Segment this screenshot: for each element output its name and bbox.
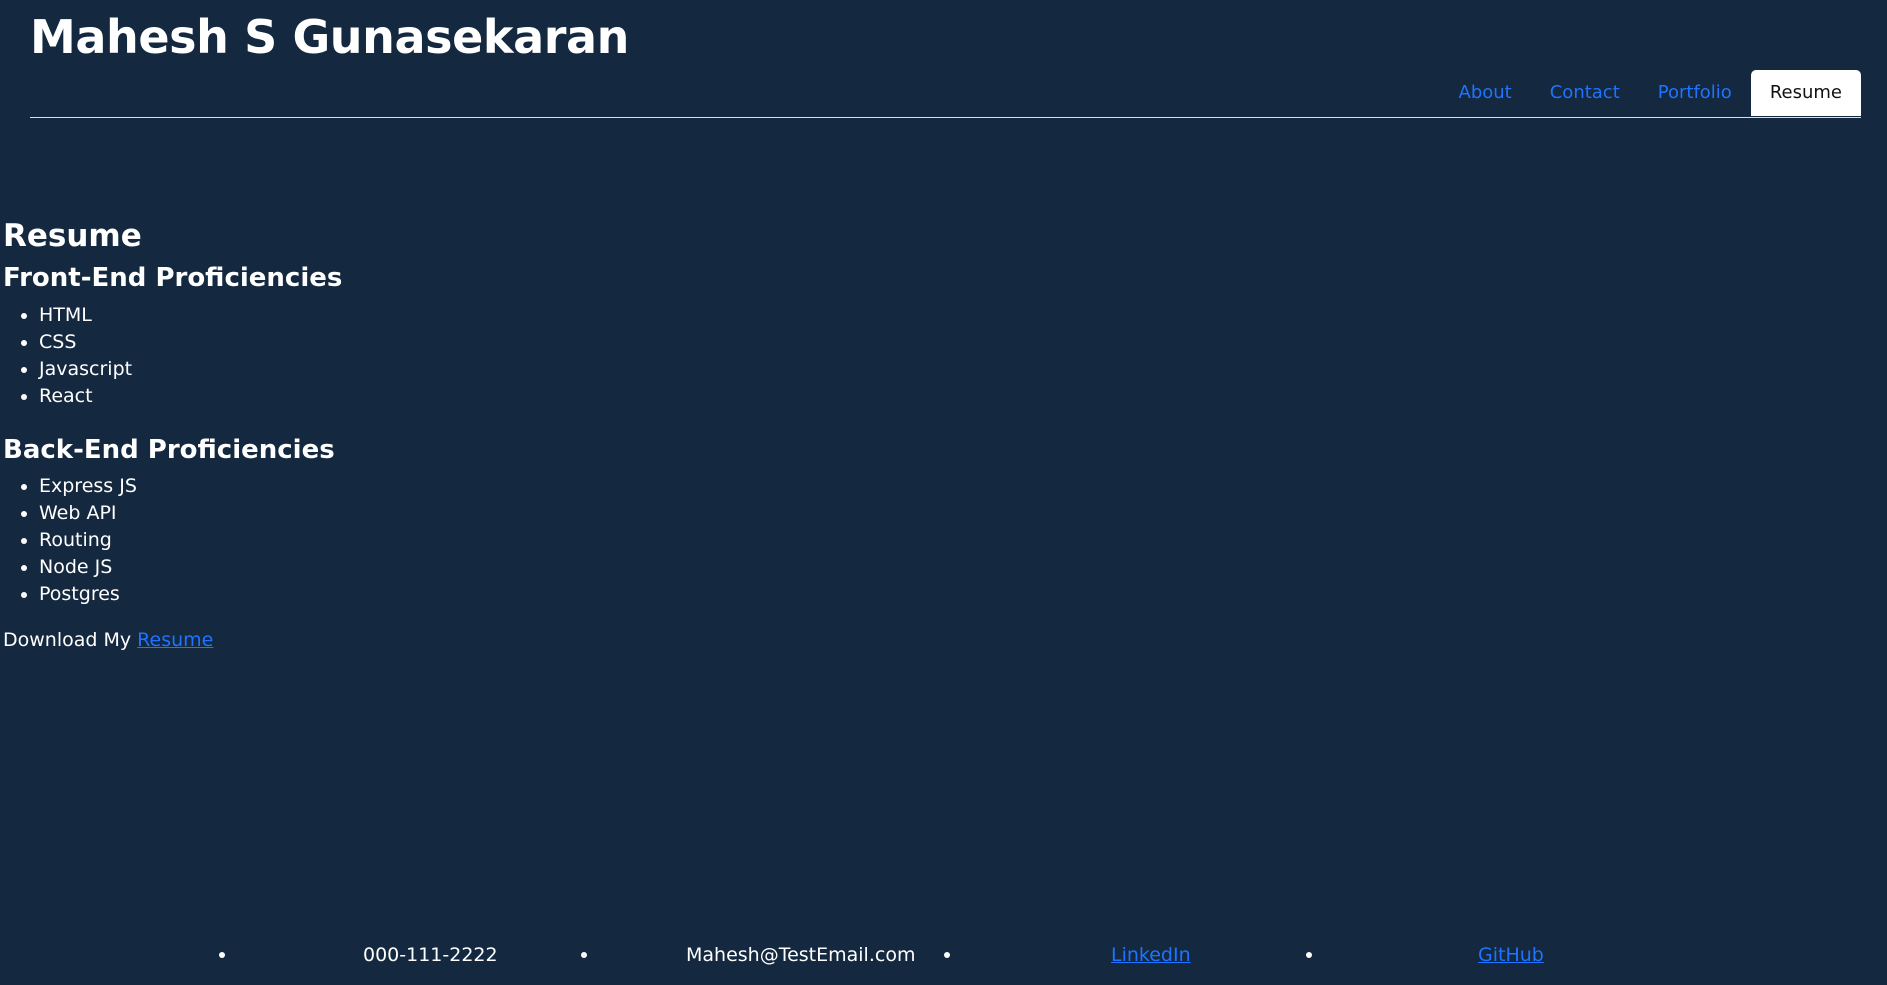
backend-heading: Back-End Proficiencies	[3, 435, 335, 465]
footer-item-phone: 000-111-2222	[219, 940, 539, 970]
skill-item-javascript: Javascript	[39, 356, 1803, 383]
skill-item-postgres: Postgres	[39, 581, 1803, 608]
skill-item-web-api: Web API	[39, 500, 1803, 527]
nav-tab-resume-active[interactable]: Resume	[1750, 70, 1861, 116]
skill-item-express-js: Express JS	[39, 473, 1803, 500]
nav-tab-portfolio[interactable]: Portfolio	[1639, 70, 1751, 116]
email-address: Mahesh@TestEmail.com	[686, 944, 916, 966]
resume-content: Resume Front-End Proficiencies HTML CSS …	[3, 216, 1803, 654]
skill-item-routing: Routing	[39, 527, 1803, 554]
resume-download-link[interactable]: Resume	[137, 629, 213, 651]
footer: 000-111-2222 Mahesh@TestEmail.com Linked…	[0, 940, 1887, 970]
linkedin-link[interactable]: LinkedIn	[1111, 940, 1191, 970]
site-title: Mahesh S Gunasekaran	[30, 10, 630, 64]
footer-item-email: Mahesh@TestEmail.com	[581, 940, 915, 970]
nav-tabs: About Contact Portfolio Resume	[1440, 70, 1861, 116]
frontend-section: Front-End Proficiencies HTML CSS Javascr…	[3, 260, 1803, 410]
download-resume-line: Download My Resume	[3, 626, 1803, 654]
backend-skill-list: Express JS Web API Routing Node JS Postg…	[3, 473, 1803, 608]
nav-tab-about[interactable]: About	[1440, 70, 1531, 116]
resume-heading: Resume	[3, 218, 142, 254]
bullet-icon	[944, 952, 950, 958]
bullet-icon	[1306, 952, 1312, 958]
skill-item-css: CSS	[39, 329, 1803, 356]
footer-item-linkedin: LinkedIn	[944, 940, 1191, 970]
skill-item-react: React	[39, 383, 1803, 410]
site-header: Mahesh S Gunasekaran About Contact Portf…	[30, 0, 1861, 118]
bullet-icon	[219, 952, 225, 958]
footer-contact-list: 000-111-2222 Mahesh@TestEmail.com Linked…	[0, 940, 1887, 970]
backend-section: Back-End Proficiencies Express JS Web AP…	[3, 432, 1803, 608]
download-text: Download My	[3, 629, 132, 651]
footer-item-github: GitHub	[1306, 940, 1546, 970]
bullet-icon	[581, 952, 587, 958]
frontend-heading: Front-End Proficiencies	[3, 263, 343, 293]
nav-tab-contact[interactable]: Contact	[1531, 70, 1639, 116]
phone-number: 000-111-2222	[363, 944, 498, 966]
github-link[interactable]: GitHub	[1478, 940, 1544, 970]
skill-item-html: HTML	[39, 302, 1803, 329]
frontend-skill-list: HTML CSS Javascript React	[3, 302, 1803, 410]
skill-item-node-js: Node JS	[39, 554, 1803, 581]
